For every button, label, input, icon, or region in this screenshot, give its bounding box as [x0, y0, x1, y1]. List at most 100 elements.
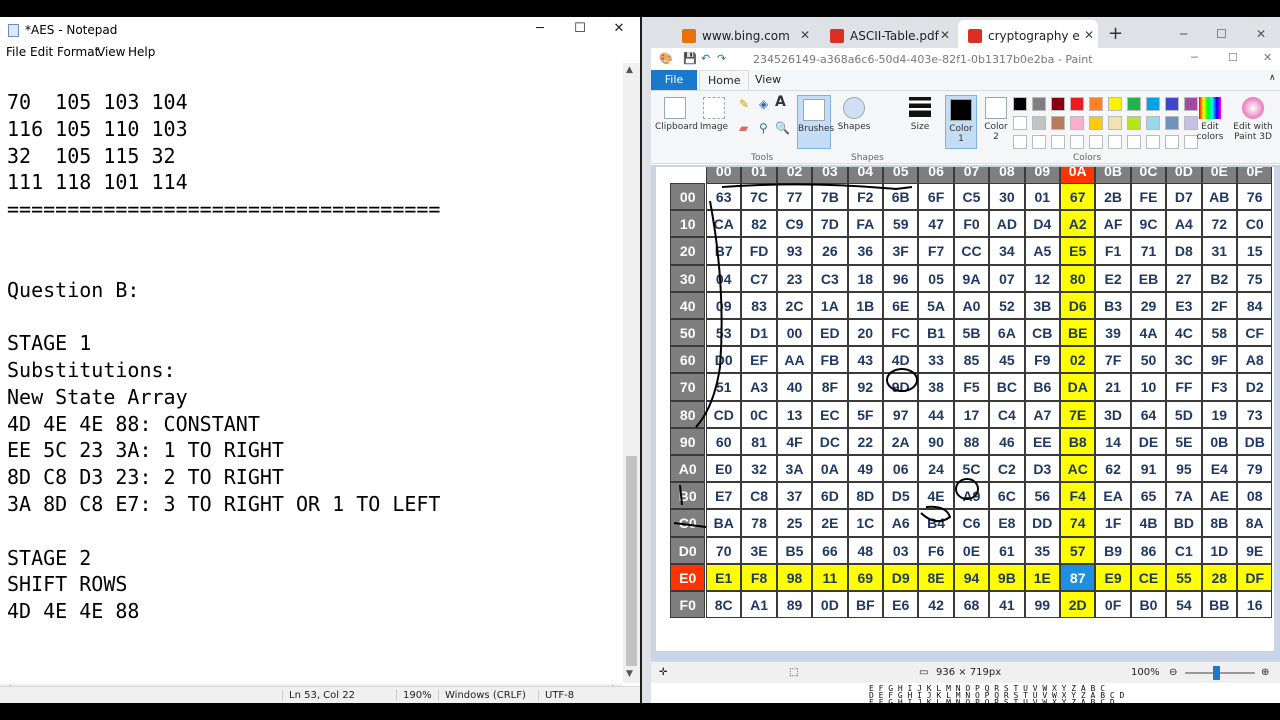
sbox-cell: 07 — [989, 264, 1025, 292]
paint-maximize-button[interactable]: ☐ — [1228, 51, 1238, 64]
sbox-cell: F0 — [953, 210, 990, 238]
color-picker-icon[interactable]: ⚲ — [759, 121, 768, 135]
menu-view[interactable]: View — [97, 45, 125, 59]
palette-swatch[interactable] — [1089, 97, 1103, 111]
minimize-button[interactable]: ─ — [530, 21, 550, 36]
paint-minimize-button[interactable]: ─ — [1191, 51, 1198, 64]
empty-palette-swatch[interactable] — [1032, 135, 1046, 149]
paint-home-tab[interactable]: Home — [699, 70, 750, 90]
close-button[interactable]: ✕ — [609, 21, 629, 36]
sbox-row-header: F0 — [670, 591, 706, 619]
sbox-cell: 16 — [1237, 591, 1273, 619]
vertical-scrollbar[interactable]: ▲ ▼ — [623, 63, 640, 683]
clipboard-button[interactable]: Clipboard — [655, 97, 698, 132]
browser-maximize-button[interactable]: ☐ — [1216, 27, 1227, 41]
undo-icon[interactable]: ↶ — [701, 52, 710, 65]
zoom-out-icon[interactable]: ⊖ — [1169, 667, 1177, 678]
fill-icon[interactable]: ◈ — [759, 97, 768, 111]
palette-swatch[interactable] — [1070, 116, 1084, 130]
palette-swatch[interactable] — [1146, 116, 1160, 130]
scrollbar-thumb[interactable] — [626, 456, 637, 666]
close-tab-icon[interactable]: ✕ — [800, 28, 810, 42]
palette-swatch[interactable] — [1013, 116, 1027, 130]
color1-button[interactable]: Color 1 — [945, 95, 977, 149]
palette-swatch[interactable] — [1127, 97, 1141, 111]
background-ascii-strip: E F G H I J K L M N O P Q R S T U V W X … — [651, 684, 1280, 707]
shapes-button[interactable]: Shapes — [837, 97, 871, 132]
scroll-up-icon[interactable]: ▲ — [626, 65, 633, 75]
palette-swatch[interactable] — [1013, 97, 1027, 111]
color2-button[interactable]: Color 2 — [981, 97, 1011, 142]
sbox-cell: 57 — [1060, 536, 1096, 564]
empty-palette-swatch[interactable] — [1051, 135, 1065, 149]
pencil-icon[interactable]: ✎ — [739, 97, 749, 111]
notepad-window: *AES - Notepad ─ ☐ ✕ File Edit Format Vi… — [0, 17, 640, 704]
sbox-cell: FB — [812, 346, 848, 374]
notepad-text-area[interactable]: 70 105 103 104 116 105 110 103 32 105 11… — [7, 89, 440, 625]
edit-paint3d-button[interactable]: Edit with Paint 3D — [1233, 97, 1273, 142]
size-button[interactable]: Size — [905, 97, 935, 132]
tab-cryptography-exam[interactable]: cryptography exam p ✕ — [958, 20, 1098, 51]
paint-canvas[interactable]: 00 01 02 03 04 05 06 07 08 09 0A 0B 0C 0D 0E 0F 00 63 7C 77… — [656, 167, 1274, 651]
sbox-cell: A6 — [883, 509, 919, 537]
palette-swatch[interactable] — [1165, 97, 1179, 111]
empty-palette-swatch[interactable] — [1070, 135, 1084, 149]
scroll-down-icon[interactable]: ▼ — [626, 669, 633, 679]
sbox-cell: A1 — [741, 591, 777, 619]
menu-help[interactable]: Help — [128, 45, 155, 59]
palette-swatch[interactable] — [1070, 97, 1084, 111]
magnifier-icon[interactable]: 🔍 — [775, 121, 790, 135]
zoom-in-icon[interactable]: ⊕ — [1261, 667, 1269, 678]
sbox-cell: 62 — [1095, 455, 1131, 483]
sbox-cell: 1B — [847, 291, 883, 319]
eraser-icon[interactable]: ▰ — [739, 121, 748, 135]
palette-swatch[interactable] — [1127, 116, 1141, 130]
palette-swatch[interactable] — [1051, 97, 1065, 111]
zoom-slider-thumb[interactable] — [1213, 666, 1220, 680]
save-icon[interactable]: 💾 — [683, 52, 697, 65]
tab-bing[interactable]: www.bing.com ✕ — [672, 20, 816, 51]
brushes-button[interactable]: Brushes — [797, 95, 834, 149]
palette-swatch[interactable] — [1051, 116, 1065, 130]
redo-icon[interactable]: ↷ — [717, 52, 726, 65]
empty-palette-swatch[interactable] — [1165, 135, 1179, 149]
browser-minimize-button[interactable]: ─ — [1180, 27, 1187, 41]
maximize-button[interactable]: ☐ — [570, 21, 590, 36]
line-ending: Windows (CRLF) — [438, 690, 526, 701]
edit-colors-button[interactable]: Edit colors — [1195, 97, 1225, 142]
sbox-cell: 1A — [812, 291, 848, 319]
empty-palette-swatch[interactable] — [1146, 135, 1160, 149]
menu-format[interactable]: Format — [57, 45, 99, 59]
tab-ascii-table[interactable]: ASCII-Table.pdf ✕ — [820, 20, 958, 51]
menu-file[interactable]: File — [6, 45, 26, 59]
empty-palette-swatch[interactable] — [1013, 135, 1027, 149]
empty-palette-swatch[interactable] — [1108, 135, 1122, 149]
palette-swatch[interactable] — [1146, 97, 1160, 111]
sbox-cell: C0 — [1237, 210, 1273, 238]
palette-swatch[interactable] — [1089, 116, 1103, 130]
menu-edit[interactable]: Edit — [30, 45, 53, 59]
browser-close-button[interactable]: ✕ — [1256, 27, 1266, 41]
text-icon[interactable]: A — [775, 94, 786, 110]
palette-swatch[interactable] — [1108, 116, 1122, 130]
paint-view-tab[interactable]: View — [755, 73, 781, 86]
sbox-cell: DB — [1237, 427, 1273, 455]
palette-swatch[interactable] — [1032, 97, 1046, 111]
image-button[interactable]: Image — [699, 97, 729, 132]
palette-swatch[interactable] — [1108, 97, 1122, 111]
zoom-slider[interactable] — [1185, 672, 1255, 674]
ribbon-collapse-icon[interactable]: ∧ — [1269, 73, 1276, 83]
paint-file-tab[interactable]: File — [651, 70, 697, 90]
sbox-cell: C9 — [776, 210, 813, 238]
close-tab-icon[interactable]: ✕ — [940, 28, 950, 42]
new-tab-button[interactable]: + — [1108, 23, 1123, 44]
palette-swatch[interactable] — [1165, 116, 1179, 130]
close-tab-icon[interactable]: ✕ — [1084, 28, 1094, 42]
empty-palette-swatch[interactable] — [1127, 135, 1141, 149]
empty-palette-swatch[interactable] — [1089, 135, 1103, 149]
sbox-row-header: 80 — [670, 400, 706, 428]
palette-swatch[interactable] — [1032, 116, 1046, 130]
sbox-cell: 7B — [812, 183, 848, 211]
paint-close-button[interactable]: ✕ — [1263, 51, 1272, 64]
sbox-cell: 65 — [1130, 482, 1167, 510]
